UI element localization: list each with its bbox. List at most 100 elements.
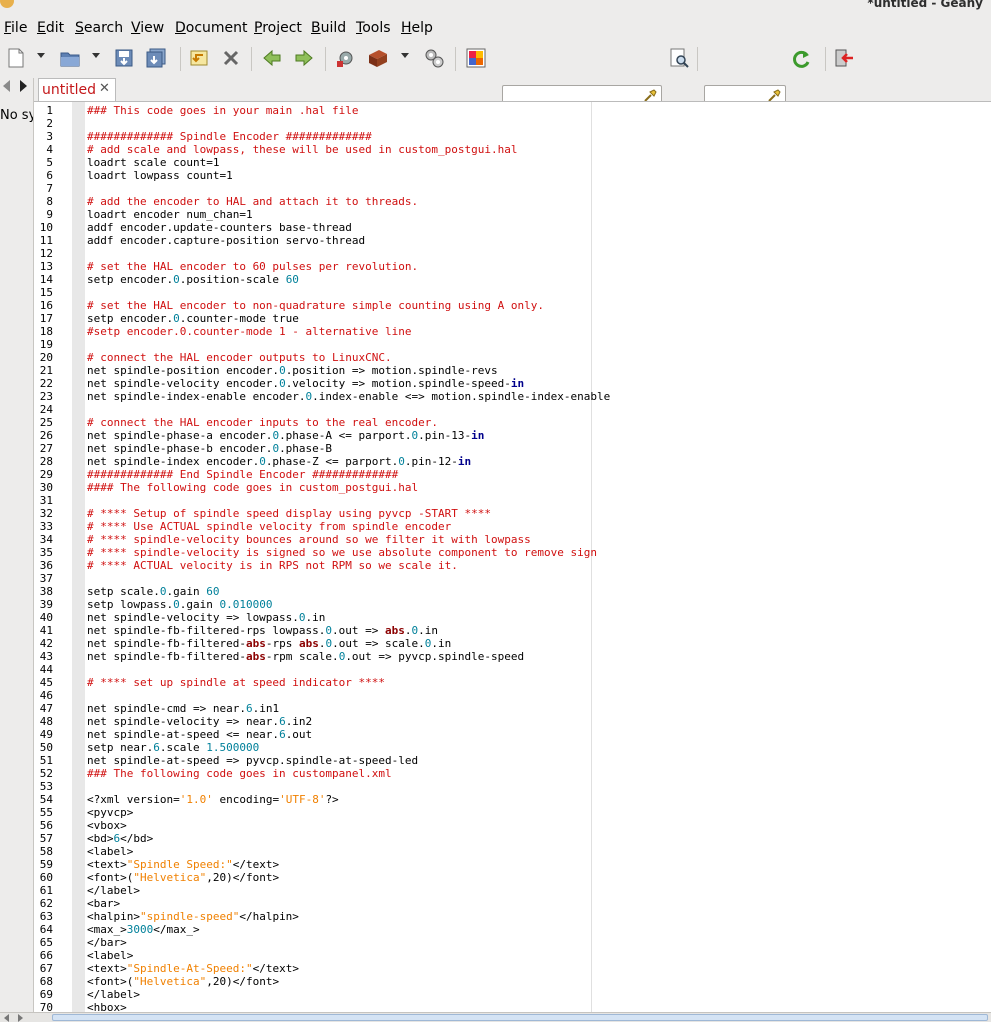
code-line[interactable]: 8 # add the encoder to HAL and attach it … xyxy=(34,195,991,208)
code-line[interactable]: 49 net spindle-at-speed <= near.6.out xyxy=(34,728,991,741)
code-line[interactable]: 48 net spindle-velocity => near.6.in2 xyxy=(34,715,991,728)
save-icon[interactable] xyxy=(113,47,135,69)
build-dropdown[interactable] xyxy=(401,53,409,58)
open-file-icon[interactable] xyxy=(59,47,81,69)
code-line[interactable]: 31 xyxy=(34,494,991,507)
code-line[interactable]: 23 net spindle-index-enable encoder.0.ind… xyxy=(34,390,991,403)
close-icon[interactable] xyxy=(220,47,242,69)
code-line[interactable]: 58 <label> xyxy=(34,845,991,858)
code-line[interactable]: 5 loadrt scale count=1 xyxy=(34,156,991,169)
code-line[interactable]: 51 net spindle-at-speed => pyvcp.spindle-… xyxy=(34,754,991,767)
code-line[interactable]: 13 # set the HAL encoder to 60 pulses per… xyxy=(34,260,991,273)
code-line[interactable]: 63 <halpin>"spindle-speed"</halpin> xyxy=(34,910,991,923)
code-line[interactable]: 4 # add scale and lowpass, these will be … xyxy=(34,143,991,156)
code-line[interactable]: 66 <label> xyxy=(34,949,991,962)
code-line[interactable]: 26 net spindle-phase-a encoder.0.phase-A … xyxy=(34,429,991,442)
code-line[interactable]: 9 loadrt encoder num_chan=1 xyxy=(34,208,991,221)
code-line[interactable]: 62 <bar> xyxy=(34,897,991,910)
code-line[interactable]: 30 #### The following code goes in custom… xyxy=(34,481,991,494)
sidebar-scroll-right-icon[interactable] xyxy=(20,80,27,92)
code-line[interactable]: 64 <max_>3000</max_> xyxy=(34,923,991,936)
menu-build[interactable]: Build xyxy=(311,20,346,36)
open-file-dropdown[interactable] xyxy=(92,53,100,58)
code-line[interactable]: 65 </bar> xyxy=(34,936,991,949)
code-line[interactable]: 50 setp near.6.scale 1.500000 xyxy=(34,741,991,754)
code-line[interactable]: 68 <font>("Helvetica",20)</font> xyxy=(34,975,991,988)
code-line[interactable]: 7 xyxy=(34,182,991,195)
code-line[interactable]: 55 <pyvcp> xyxy=(34,806,991,819)
code-line[interactable]: 18 #setp encoder.0.counter-mode 1 - alter… xyxy=(34,325,991,338)
tab-untitled[interactable]: untitled ✕ xyxy=(38,78,116,101)
code-line[interactable]: 45 # **** set up spindle at speed indicat… xyxy=(34,676,991,689)
code-editor[interactable]: 1 ### This code goes in your main .hal fi… xyxy=(34,101,991,1013)
menu-help[interactable]: Help xyxy=(401,20,433,36)
code-line[interactable]: 6 loadrt lowpass count=1 xyxy=(34,169,991,182)
code-line[interactable]: 2 xyxy=(34,117,991,130)
code-line[interactable]: 67 <text>"Spindle-At-Speed:"</text> xyxy=(34,962,991,975)
code-line[interactable]: 10 addf encoder.update-counters base-thre… xyxy=(34,221,991,234)
code-line[interactable]: 38 setp scale.0.gain 60 xyxy=(34,585,991,598)
code-line[interactable]: 12 xyxy=(34,247,991,260)
code-line[interactable]: 56 <vbox> xyxy=(34,819,991,832)
code-line[interactable]: 47 net spindle-cmd => near.6.in1 xyxy=(34,702,991,715)
code-line[interactable]: 29 ############# End Spindle Encoder ####… xyxy=(34,468,991,481)
code-line[interactable]: 54 <?xml version='1.0' encoding='UTF-8'?> xyxy=(34,793,991,806)
revert-icon[interactable] xyxy=(188,47,210,69)
code-line[interactable]: 40 net spindle-velocity => lowpass.0.in xyxy=(34,611,991,624)
code-line[interactable]: 22 net spindle-velocity encoder.0.velocit… xyxy=(34,377,991,390)
code-line[interactable]: 44 xyxy=(34,663,991,676)
sidebar-scroll-left-icon[interactable] xyxy=(3,80,10,92)
code-line[interactable]: 52 ### The following code goes in customp… xyxy=(34,767,991,780)
build-icon[interactable] xyxy=(367,47,389,69)
color-chooser-icon[interactable] xyxy=(465,47,487,69)
code-line[interactable]: 53 xyxy=(34,780,991,793)
code-line[interactable]: 69 </label> xyxy=(34,988,991,1001)
code-line[interactable]: 43 net spindle-fb-filtered-abs-rpm scale.… xyxy=(34,650,991,663)
code-line[interactable]: 28 net spindle-index encoder.0.phase-Z <=… xyxy=(34,455,991,468)
new-file-dropdown[interactable] xyxy=(37,53,45,58)
code-line[interactable]: 14 setp encoder.0.position-scale 60 xyxy=(34,273,991,286)
menu-file[interactable]: File xyxy=(4,20,27,36)
code-line[interactable]: 42 net spindle-fb-filtered-abs-rps abs.0.… xyxy=(34,637,991,650)
new-file-icon[interactable] xyxy=(5,47,27,69)
code-line[interactable]: 19 xyxy=(34,338,991,351)
code-line[interactable]: 36 # **** ACTUAL velocity is in RPS not R… xyxy=(34,559,991,572)
scrollbar-thumb[interactable] xyxy=(52,1014,988,1021)
code-line[interactable]: 35 # **** spindle-velocity is signed so w… xyxy=(34,546,991,559)
jump-to-line-icon[interactable] xyxy=(790,47,812,69)
tab-close-icon[interactable]: ✕ xyxy=(99,81,110,96)
code-line[interactable]: 24 xyxy=(34,403,991,416)
code-line[interactable]: 27 net spindle-phase-b encoder.0.phase-B xyxy=(34,442,991,455)
code-line[interactable]: 59 <text>"Spindle Speed:"</text> xyxy=(34,858,991,871)
menu-project[interactable]: Project xyxy=(254,20,302,36)
menu-tools[interactable]: Tools xyxy=(356,20,391,36)
code-line[interactable]: 32 # **** Setup of spindle speed display … xyxy=(34,507,991,520)
code-line[interactable]: 3 ############# Spindle Encoder #########… xyxy=(34,130,991,143)
menu-document[interactable]: Document xyxy=(175,20,248,36)
code-line[interactable]: 21 net spindle-position encoder.0.positio… xyxy=(34,364,991,377)
code-line[interactable]: 34 # **** spindle-velocity bounces around… xyxy=(34,533,991,546)
code-line[interactable]: 60 <font>("Helvetica",20)</font> xyxy=(34,871,991,884)
execute-icon[interactable] xyxy=(423,47,445,69)
code-line[interactable]: 46 xyxy=(34,689,991,702)
back-icon[interactable] xyxy=(261,47,283,69)
code-line[interactable]: 15 xyxy=(34,286,991,299)
quit-icon[interactable] xyxy=(833,47,855,69)
menu-edit[interactable]: Edit xyxy=(37,20,64,36)
code-line[interactable]: 33 # **** Use ACTUAL spindle velocity fro… xyxy=(34,520,991,533)
code-line[interactable]: 37 xyxy=(34,572,991,585)
menu-view[interactable]: View xyxy=(131,20,164,36)
code-line[interactable]: 1 ### This code goes in your main .hal fi… xyxy=(34,104,991,117)
code-line[interactable]: 16 # set the HAL encoder to non-quadratur… xyxy=(34,299,991,312)
save-all-icon[interactable] xyxy=(145,47,167,69)
code-line[interactable]: 25 # connect the HAL encoder inputs to th… xyxy=(34,416,991,429)
code-line[interactable]: 20 # connect the HAL encoder outputs to L… xyxy=(34,351,991,364)
code-line[interactable]: 39 setp lowpass.0.gain 0.010000 xyxy=(34,598,991,611)
code-line[interactable]: 11 addf encoder.capture-position servo-th… xyxy=(34,234,991,247)
compile-icon[interactable] xyxy=(335,47,357,69)
code-line[interactable]: 57 <bd>6</bd> xyxy=(34,832,991,845)
code-line[interactable]: 17 setp encoder.0.counter-mode true xyxy=(34,312,991,325)
menu-search[interactable]: Search xyxy=(75,20,123,36)
forward-icon[interactable] xyxy=(293,47,315,69)
code-line[interactable]: 41 net spindle-fb-filtered-rps lowpass.0.… xyxy=(34,624,991,637)
